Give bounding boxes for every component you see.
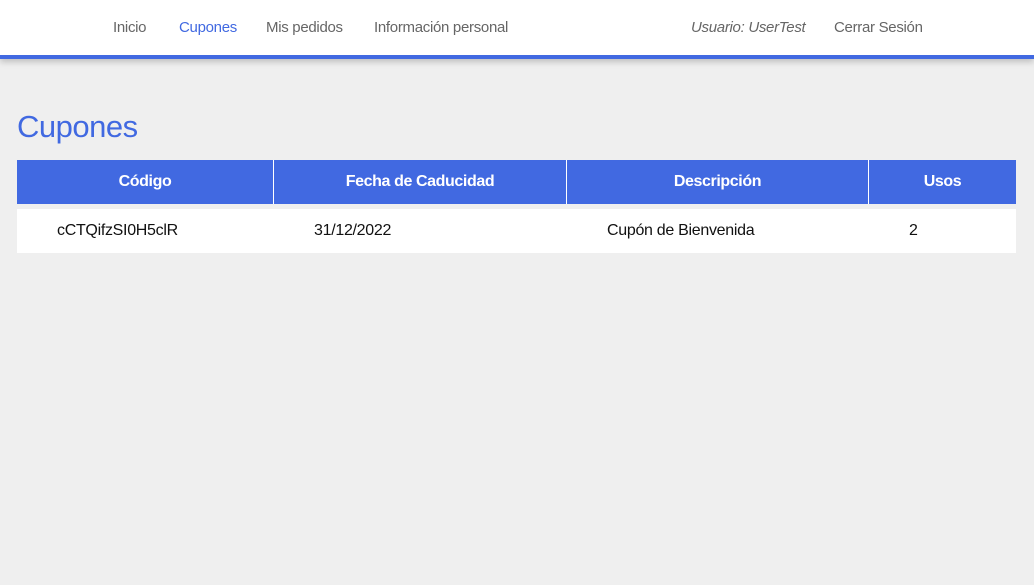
header-descripcion: Descripción — [567, 160, 869, 204]
top-navbar: Inicio Cupones Mis pedidos Información p… — [0, 0, 1034, 59]
user-label: Usuario: UserTest — [691, 19, 806, 36]
table-row: cCTQifzSI0H5clR 31/12/2022 Cupón de Bien… — [17, 209, 1016, 253]
nav-inicio[interactable]: Inicio — [113, 19, 147, 36]
nav-cupones[interactable]: Cupones — [179, 19, 237, 36]
cell-descripcion: Cupón de Bienvenida — [567, 209, 869, 253]
logout-link[interactable]: Cerrar Sesión — [834, 19, 923, 36]
nav-mis-pedidos[interactable]: Mis pedidos — [266, 19, 343, 36]
header-usos: Usos — [869, 160, 1016, 204]
header-fecha-caducidad: Fecha de Caducidad — [274, 160, 567, 204]
cell-fecha: 31/12/2022 — [274, 209, 567, 253]
table-header-row: Código Fecha de Caducidad Descripción Us… — [17, 160, 1016, 204]
page-title: Cupones — [17, 109, 138, 144]
nav-informacion-personal[interactable]: Información personal — [374, 19, 508, 36]
cell-usos: 2 — [869, 209, 1016, 253]
coupons-table: Código Fecha de Caducidad Descripción Us… — [17, 160, 1016, 253]
header-codigo: Código — [17, 160, 274, 204]
cell-codigo: cCTQifzSI0H5clR — [17, 209, 274, 253]
